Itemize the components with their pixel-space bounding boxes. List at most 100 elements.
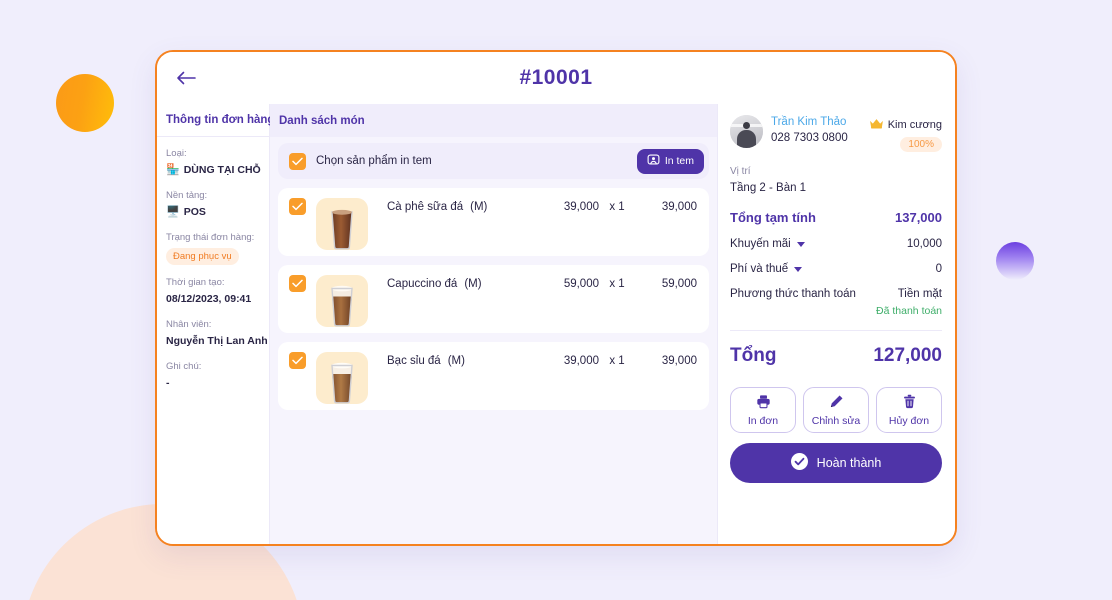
items-panel-header: Danh sách món bbox=[270, 104, 717, 137]
product-unit-price: 39,000 bbox=[563, 201, 599, 213]
order-info-field: Loại: 🏪 DÙNG TẠI CHỖ bbox=[166, 147, 261, 178]
product-unit-price: 59,000 bbox=[563, 278, 599, 290]
chevron-down-icon[interactable] bbox=[796, 241, 805, 247]
order-detail-window: #10001 Thông tin đơn hàng Loại: 🏪 DÙNG TẠI… bbox=[155, 50, 957, 546]
summary-value: 137,000 bbox=[895, 210, 942, 225]
order-info-fields: Loại: 🏪 DÙNG TẠI CHỖ Nền tảng: 🖥️ POS Trạng th… bbox=[157, 137, 269, 402]
product-rows: Cà phê sữa đá (M) 39,000 x 1 39,000 Capuccino… bbox=[278, 188, 709, 410]
complete-order-label: Hoàn thành bbox=[816, 456, 882, 470]
product-checkbox[interactable] bbox=[289, 275, 306, 292]
page-root: #10001 Thông tin đơn hàng Loại: 🏪 DÙNG TẠI… bbox=[0, 0, 1112, 600]
order-info-field: Nền tảng: 🖥️ POS bbox=[166, 189, 260, 220]
customer-text: Trần Kim Thảo 028 7303 0800 bbox=[771, 115, 869, 147]
order-info-field: Nhân viên: Nguyễn Thị Lan Anh bbox=[166, 318, 268, 349]
order-info-header: Thông tin đơn hàng bbox=[157, 104, 274, 137]
customer-name[interactable]: Trần Kim Thảo bbox=[771, 115, 869, 130]
decorative-orange-circle bbox=[56, 74, 114, 132]
field-value: 🏪 DÙNG TẠI CHỖ bbox=[166, 163, 261, 178]
total-value: 127,000 bbox=[873, 345, 942, 366]
product-row[interactable]: Bạc sỉu đá (M) 39,000 x 1 39,000 bbox=[278, 342, 709, 410]
items-panel: Danh sách món Chọn sản phẩm in tem In te… bbox=[270, 104, 718, 544]
printer-icon bbox=[756, 394, 771, 412]
product-unit-price: 39,000 bbox=[563, 355, 599, 367]
field-value-text: POS bbox=[183, 206, 206, 218]
printer-action-button[interactable]: In đơn bbox=[730, 387, 796, 433]
select-all-label: Chọn sản phẩm in tem bbox=[316, 155, 432, 167]
payment-status: Đã thanh toán bbox=[876, 305, 942, 317]
field-value-text: - bbox=[166, 377, 170, 389]
items-list: Chọn sản phẩm in tem In tem Cà phê sữa đ… bbox=[270, 137, 717, 544]
product-size: (M) bbox=[447, 355, 465, 367]
crown-icon bbox=[869, 116, 884, 134]
customer-tier: Kim cương 100% bbox=[869, 115, 942, 152]
field-value: Nguyễn Thị Lan Anh bbox=[166, 334, 268, 349]
product-size: (M) bbox=[470, 201, 488, 213]
summary-label-wrap: Khuyến mãi bbox=[730, 238, 907, 250]
customer-phone: 028 7303 0800 bbox=[771, 132, 848, 144]
chevron-down-icon[interactable] bbox=[794, 266, 803, 272]
summary-row: Phương thức thanh toán Tiền mặt bbox=[730, 288, 942, 300]
status-badge: Đang phục vụ bbox=[166, 248, 239, 265]
window-body: Thông tin đơn hàng Loại: 🏪 DÙNG TẠI CHỖ Nền… bbox=[157, 104, 955, 544]
product-name-text: Cà phê sữa đá bbox=[387, 201, 464, 213]
product-name: Bạc sỉu đá (M) bbox=[387, 352, 537, 367]
summary-value: 0 bbox=[935, 263, 942, 275]
field-value: - bbox=[166, 376, 260, 391]
action-buttons: In đơn Chỉnh sửa Hủy đơn bbox=[730, 387, 942, 433]
field-value-text: Nguyễn Thị Lan Anh bbox=[166, 335, 268, 347]
product-quantity: x 1 bbox=[609, 201, 625, 213]
customer-row[interactable]: Trần Kim Thảo 028 7303 0800 Kim cương 10… bbox=[730, 115, 942, 152]
product-checkbox[interactable] bbox=[289, 198, 306, 215]
summary-label-wrap: Phương thức thanh toán bbox=[730, 288, 898, 300]
product-thumbnail bbox=[316, 198, 368, 250]
summary-rows: Tổng tạm tính 137,000 Khuyến mãi 10,000 Phí … bbox=[730, 197, 942, 300]
product-name: Capuccino đá (M) bbox=[387, 275, 537, 290]
pencil-action-button[interactable]: Chỉnh sửa bbox=[803, 387, 869, 433]
summary-label: Khuyến mãi bbox=[730, 238, 791, 250]
page-title: #10001 bbox=[519, 66, 593, 89]
product-name-text: Bạc sỉu đá bbox=[387, 355, 441, 367]
order-info-field: Ghi chú: - bbox=[166, 360, 260, 391]
window-titlebar: #10001 bbox=[157, 52, 955, 104]
print-tag-button[interactable]: In tem bbox=[636, 148, 704, 174]
product-thumbnail bbox=[316, 352, 368, 404]
product-name-text: Capuccino đá bbox=[387, 278, 458, 290]
summary-value: 10,000 bbox=[906, 238, 942, 250]
summary-row: Khuyến mãi 10,000 bbox=[730, 238, 942, 250]
action-button-label: In đơn bbox=[747, 414, 779, 427]
select-all-row[interactable]: Chọn sản phẩm in tem In tem bbox=[278, 143, 709, 179]
summary-panel: Trần Kim Thảo 028 7303 0800 Kim cương 10… bbox=[718, 104, 955, 544]
total-divider bbox=[730, 330, 942, 331]
select-all-checkbox[interactable] bbox=[289, 152, 306, 170]
summary-label: Tổng tạm tính bbox=[730, 210, 816, 225]
total-label: Tổng bbox=[730, 345, 777, 366]
product-checkbox[interactable] bbox=[289, 352, 306, 369]
product-row[interactable]: Capuccino đá (M) 59,000 x 1 59,000 bbox=[278, 265, 709, 333]
field-label: Loại: bbox=[166, 148, 187, 159]
order-info-field: Thời gian tạo: 08/12/2023, 09:41 bbox=[166, 276, 260, 307]
trash-icon bbox=[902, 394, 917, 412]
pencil-icon bbox=[829, 394, 844, 412]
trash-action-button[interactable]: Hủy đơn bbox=[876, 387, 942, 433]
tier-percent-badge: 100% bbox=[900, 137, 942, 152]
summary-label: Phương thức thanh toán bbox=[730, 288, 856, 300]
print-tag-label: In tem bbox=[664, 155, 694, 167]
summary-row: Phí và thuế 0 bbox=[730, 263, 942, 275]
printer-tag-icon bbox=[647, 153, 660, 169]
tier-name: Kim cương bbox=[887, 119, 942, 131]
field-label: Nhân viên: bbox=[166, 319, 212, 330]
field-label: Trạng thái đơn hàng: bbox=[166, 232, 255, 243]
product-name: Cà phê sữa đá (M) bbox=[387, 198, 537, 213]
product-quantity: x 1 bbox=[609, 355, 625, 367]
order-info-field: Trạng thái đơn hàng: Đang phục vụ bbox=[166, 231, 260, 265]
field-value-text: DÙNG TẠI CHỖ bbox=[183, 164, 261, 176]
product-row[interactable]: Cà phê sữa đá (M) 39,000 x 1 39,000 bbox=[278, 188, 709, 256]
customer-avatar bbox=[730, 115, 763, 148]
product-size: (M) bbox=[464, 278, 482, 290]
location-label: Vị trí bbox=[730, 166, 751, 177]
location-block: Vị trí Tầng 2 - Bàn 1 bbox=[730, 164, 942, 197]
product-thumbnail bbox=[316, 275, 368, 327]
field-label: Ghi chú: bbox=[166, 361, 202, 372]
complete-order-button[interactable]: Hoàn thành bbox=[730, 443, 942, 483]
total-row: Tổng 127,000 bbox=[730, 345, 942, 367]
